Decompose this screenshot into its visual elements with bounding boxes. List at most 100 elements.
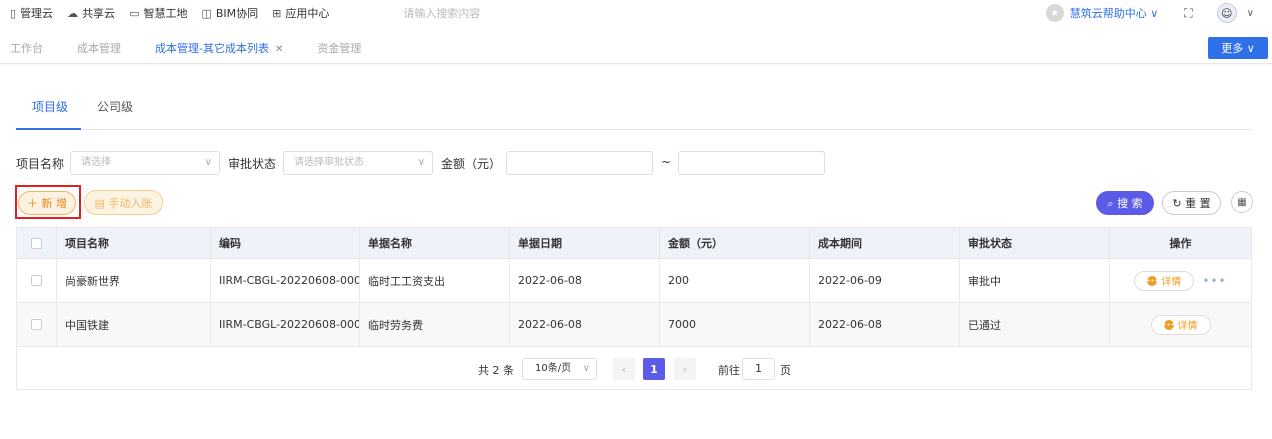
code-cell: IIRM-CBGL-20220608-0003	[211, 259, 360, 302]
select-all-checkbox[interactable]	[31, 237, 42, 249]
search-button[interactable]: ⌕ 搜 索	[1096, 191, 1154, 215]
active-tab-indicator	[16, 128, 81, 130]
chevron-down-icon: ∨	[204, 157, 212, 168]
tab-workbench[interactable]: 工作台	[10, 40, 43, 56]
range-separator: ~	[661, 155, 672, 169]
amount-cell: 200	[660, 259, 810, 302]
apps-icon: ⊞	[272, 6, 282, 20]
amount-label: 金额（元）	[441, 157, 502, 171]
cost-period-cell: 2022-06-08	[810, 303, 960, 346]
tab-other-cost-list[interactable]: 成本管理-其它成本列表 ✕	[155, 40, 283, 56]
filter-bar: 项目名称 请选择 ∨ 审批状态 请选择审批状态 ∨ 金额（元） ~	[16, 151, 1256, 175]
more-circle-icon: •••	[1162, 319, 1175, 330]
amount-max-input[interactable]	[678, 151, 825, 175]
topnav-item-shared-cloud[interactable]: ☁ 共享云	[67, 5, 115, 21]
column-settings-icon[interactable]: ▦	[1231, 191, 1253, 213]
amount-min-input[interactable]	[506, 151, 653, 175]
page-tabs: 工作台 成本管理 成本管理-其它成本列表 ✕ 资金管理	[0, 34, 1272, 62]
project-name-placeholder: 请选择	[81, 157, 111, 168]
approval-status-select[interactable]: 请选择审批状态 ∨	[283, 151, 433, 175]
detail-label: 详情	[1177, 321, 1198, 332]
approval-status-placeholder: 请选择审批状态	[294, 157, 364, 168]
more-actions-icon[interactable]: •••	[1202, 274, 1226, 288]
user-avatar[interactable]: ☺	[1216, 3, 1237, 23]
help-center-link[interactable]: 慧筑云帮助中心 ∨	[1070, 5, 1159, 21]
topnav-label: 管理云	[20, 7, 54, 20]
more-button[interactable]: 更多 ∨	[1208, 37, 1268, 59]
project-name-cell: 尚豪新世界	[57, 259, 211, 302]
tab-cost-management[interactable]: 成本管理	[77, 40, 121, 56]
actions-cell: ••• 详情	[1110, 303, 1251, 346]
reset-button[interactable]: ↻ 重 置	[1162, 191, 1221, 215]
column-header: 单据名称	[360, 228, 510, 258]
header-checkbox-cell	[17, 228, 57, 258]
prev-page-button[interactable]: ‹	[613, 358, 635, 380]
cloud-icon: ☁	[67, 6, 79, 20]
row-checkbox-cell	[17, 259, 57, 302]
column-header: 操作	[1169, 237, 1192, 250]
column-header: 单据日期	[510, 228, 660, 258]
tab-company-level[interactable]: 公司级	[97, 98, 133, 115]
pagination-total: 共 2 条	[478, 364, 514, 377]
add-button[interactable]: ＋ 新 增	[18, 191, 76, 215]
topnav-label: 共享云	[82, 7, 116, 20]
detail-button[interactable]: ••• 详情	[1150, 314, 1211, 335]
next-page-button[interactable]: ›	[674, 358, 696, 380]
row-checkbox[interactable]	[31, 275, 42, 286]
document-name-cell: 临时劳务费	[360, 303, 510, 346]
table-row[interactable]: 中国铁建 IIRM-CBGL-20220608-0002 临时劳务费 2022-…	[17, 303, 1251, 347]
column-header: 项目名称	[57, 228, 211, 258]
code-cell: IIRM-CBGL-20220608-0002	[211, 303, 360, 346]
goto-suffix: 页	[780, 364, 791, 377]
tab-fund-management[interactable]: 资金管理	[317, 40, 361, 56]
manual-entry-button[interactable]: ▤ 手动入账	[84, 190, 163, 215]
table-row[interactable]: 尚豪新世界 IIRM-CBGL-20220608-0003 临时工工资支出 20…	[17, 259, 1251, 303]
top-right-area: ★ 慧筑云帮助中心 ∨ ⛶ ☺ ∨	[1045, 0, 1254, 26]
amount-cell: 7000	[660, 303, 810, 346]
tab-project-level[interactable]: 项目级	[32, 98, 68, 115]
project-name-select[interactable]: 请选择 ∨	[70, 151, 220, 175]
column-header: 成本期间	[810, 228, 960, 258]
project-name-cell: 中国铁建	[57, 303, 211, 346]
approval-status-cell: 审批中	[960, 259, 1110, 302]
document-date-cell: 2022-06-08	[510, 259, 660, 302]
table-header-row: 项目名称 编码 单据名称 单据日期 金额（元） 成本期间 审批状态 操作	[17, 228, 1251, 259]
topnav-item-management-cloud[interactable]: ▯ 管理云	[10, 5, 53, 21]
monitor-icon: ▭	[129, 6, 140, 20]
detail-button[interactable]: ••• 详情	[1134, 270, 1195, 291]
document-name-cell: 临时工工资支出	[360, 259, 510, 302]
more-circle-icon: •••	[1146, 275, 1159, 286]
topnav-label: 应用中心	[285, 7, 330, 20]
column-header: 审批状态	[960, 228, 1110, 258]
top-bar: ▯ 管理云 ☁ 共享云 ▭ 智慧工地 ◫ BIM协同 ⊞ 应用中心 请输入搜索内容 ★ 慧…	[0, 0, 1272, 26]
document-date-cell: 2022-06-08	[510, 303, 660, 346]
topnav-item-app-center[interactable]: ⊞ 应用中心	[272, 5, 329, 21]
column-header: 金额（元）	[660, 228, 810, 258]
project-name-label: 项目名称	[16, 157, 65, 171]
fullscreen-icon[interactable]: ⛶	[1184, 6, 1192, 21]
row-checkbox[interactable]	[31, 319, 42, 330]
cube-icon: ◫	[201, 6, 212, 20]
current-page-button[interactable]: 1	[643, 358, 665, 380]
cost-table: 项目名称 编码 单据名称 单据日期 金额（元） 成本期间 审批状态 操作 尚豪新…	[16, 227, 1252, 347]
chevron-down-icon: ∨	[582, 363, 590, 374]
building-icon: ▯	[10, 6, 17, 20]
topnav-label: 智慧工地	[143, 7, 188, 20]
top-nav: ▯ 管理云 ☁ 共享云 ▭ 智慧工地 ◫ BIM协同 ⊞ 应用中心 请输入搜索内容	[0, 5, 480, 21]
topnav-item-smart-site[interactable]: ▭ 智慧工地	[129, 5, 187, 21]
approval-status-cell: 已通过	[960, 303, 1110, 346]
goto-page-input[interactable]: 1	[742, 358, 775, 380]
chevron-down-icon: ∨	[417, 157, 425, 168]
global-search-input[interactable]: 请输入搜索内容	[403, 5, 480, 21]
chevron-down-icon[interactable]: ∨	[1247, 8, 1254, 19]
page-size-select[interactable]: 10条/页 ∨	[522, 358, 597, 380]
detail-label: 详情	[1161, 277, 1182, 288]
approval-status-label: 审批状态	[228, 157, 277, 171]
page-size-value: 10条/页	[535, 363, 572, 374]
actions-cell: ••• 详情 •••	[1110, 259, 1251, 302]
row-checkbox-cell	[17, 303, 57, 346]
goto-label: 前往	[718, 364, 740, 377]
close-icon[interactable]: ✕	[275, 44, 283, 55]
topnav-item-bim[interactable]: ◫ BIM协同	[201, 5, 258, 21]
help-avatar-icon: ★	[1045, 4, 1064, 22]
